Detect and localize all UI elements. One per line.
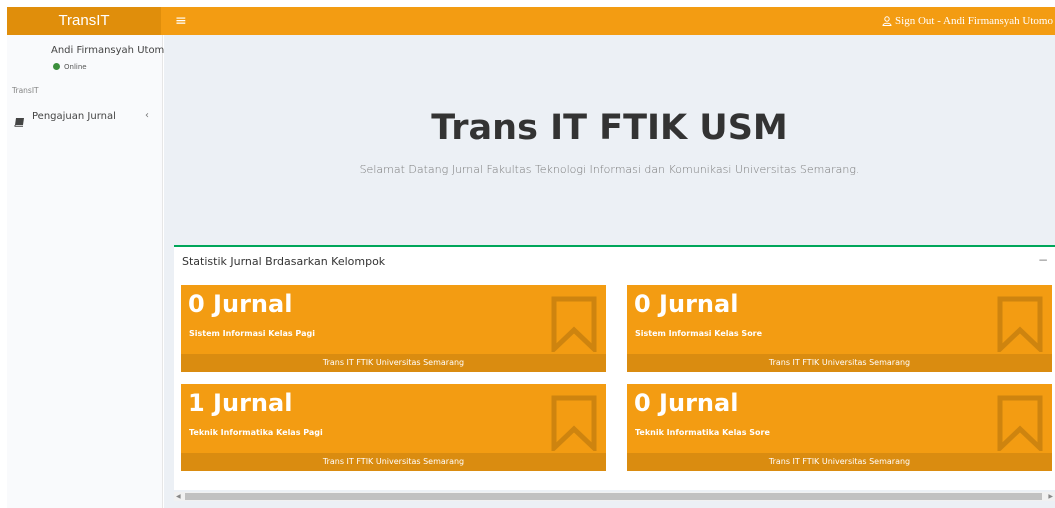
stat-count: 1 Jurnal bbox=[188, 389, 293, 417]
collapse-button[interactable]: − bbox=[1038, 253, 1048, 267]
user-icon bbox=[882, 9, 892, 37]
stat-description: Sistem Informasi Kelas Pagi bbox=[189, 329, 315, 338]
stat-count: 0 Jurnal bbox=[188, 290, 293, 318]
scroll-right-icon[interactable]: ▶ bbox=[1048, 492, 1053, 501]
stats-box: Statistik Jurnal Brdasarkan Kelompok − 0… bbox=[174, 245, 1055, 490]
stat-footer-link[interactable]: Trans IT FTIK Universitas Semarang bbox=[627, 354, 1052, 372]
horizontal-scrollbar[interactable]: ◀ ▶ bbox=[174, 492, 1055, 501]
scroll-left-icon[interactable]: ◀ bbox=[176, 492, 181, 501]
sidebar-item-pengajuan-jurnal[interactable]: Pengajuan Jurnal ‹ bbox=[7, 107, 163, 129]
stat-footer-link[interactable]: Trans IT FTIK Universitas Semarang bbox=[627, 453, 1052, 471]
stat-card-ti-sore: 0 Jurnal Teknik Informatika Kelas Sore T… bbox=[627, 384, 1052, 471]
sidebar-item-label: Pengajuan Jurnal bbox=[32, 111, 116, 122]
online-status-icon bbox=[53, 63, 60, 70]
status-label: Online bbox=[64, 63, 87, 71]
user-status: Online bbox=[53, 63, 87, 71]
signout-link[interactable]: Sign Out - Andi Firmansyah Utomo bbox=[882, 7, 1053, 35]
sidebar-user-name: Andi Firmansyah Utomo bbox=[51, 45, 171, 56]
stats-box-title: Statistik Jurnal Brdasarkan Kelompok bbox=[182, 255, 386, 268]
stat-card-si-pagi: 0 Jurnal Sistem Informasi Kelas Pagi Tra… bbox=[181, 285, 606, 372]
chevron-left-icon: ‹ bbox=[145, 110, 149, 121]
stat-count: 0 Jurnal bbox=[634, 290, 739, 318]
menu-toggle-button[interactable]: ≡ bbox=[175, 7, 187, 35]
stat-description: Sistem Informasi Kelas Sore bbox=[635, 329, 763, 338]
stat-card-ti-pagi: 1 Jurnal Teknik Informatika Kelas Pagi T… bbox=[181, 384, 606, 471]
sidebar: Andi Firmansyah Utomo Online TransIT Pen… bbox=[7, 35, 170, 508]
bookmark-icon bbox=[551, 395, 597, 455]
bookmark-icon bbox=[551, 296, 597, 356]
stat-card-si-sore: 0 Jurnal Sistem Informasi Kelas Sore Tra… bbox=[627, 285, 1052, 372]
page-subtitle: Selamat Datang Jurnal Fakultas Teknologi… bbox=[359, 163, 860, 176]
stat-count: 0 Jurnal bbox=[634, 389, 739, 417]
scrollbar-thumb[interactable] bbox=[185, 493, 1042, 500]
signout-label: Sign Out - Andi Firmansyah Utomo bbox=[895, 15, 1053, 27]
book-icon bbox=[14, 112, 25, 131]
top-navbar: TransIT ≡ Sign Out - Andi Firmansyah Uto… bbox=[7, 7, 1055, 35]
stat-footer-link[interactable]: Trans IT FTIK Universitas Semarang bbox=[181, 354, 606, 372]
sidebar-section-header: TransIT bbox=[12, 86, 39, 95]
bookmark-icon bbox=[997, 395, 1043, 455]
stat-footer-link[interactable]: Trans IT FTIK Universitas Semarang bbox=[181, 453, 606, 471]
stat-description: Teknik Informatika Kelas Sore bbox=[635, 428, 770, 437]
brand-logo[interactable]: TransIT bbox=[7, 7, 161, 35]
page-title: Trans IT FTIK USM bbox=[431, 108, 788, 148]
stat-description: Teknik Informatika Kelas Pagi bbox=[189, 428, 323, 437]
bookmark-icon bbox=[997, 296, 1043, 356]
main-content: Trans IT FTIK USM Selamat Datang Jurnal … bbox=[164, 35, 1055, 508]
